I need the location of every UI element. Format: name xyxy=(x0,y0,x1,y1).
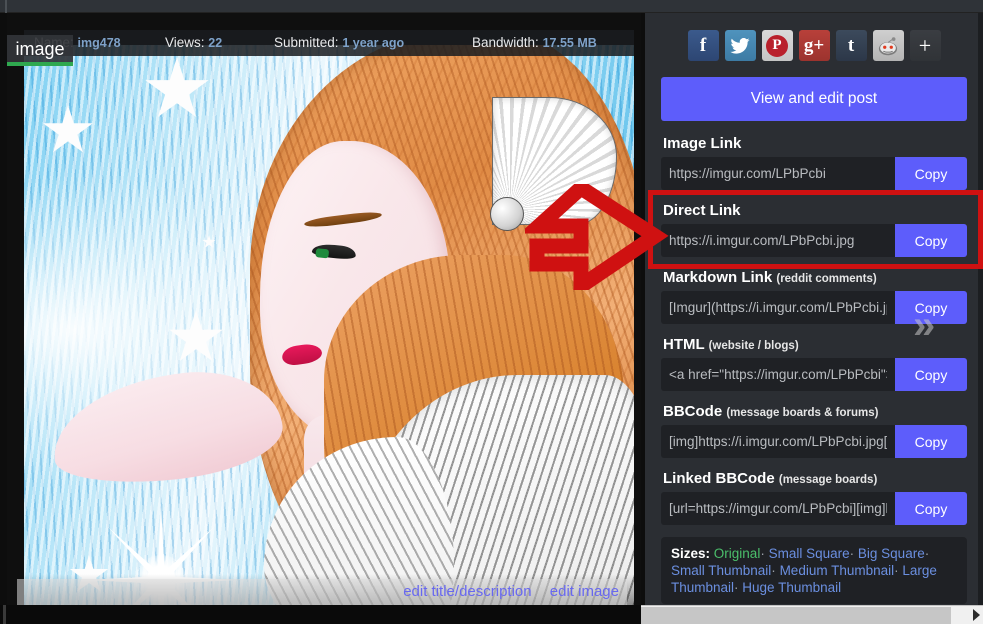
direct-link-label: Direct Link xyxy=(663,202,967,219)
more-share-icon[interactable]: + xyxy=(909,30,941,61)
html-link-input[interactable] xyxy=(661,358,895,391)
html-link-label-text: HTML xyxy=(663,336,705,353)
tab-image[interactable]: image xyxy=(7,35,73,66)
edit-image-link[interactable]: edit image xyxy=(550,583,619,600)
scroll-right-arrow-icon[interactable] xyxy=(973,609,980,621)
reddit-alien-glyph xyxy=(878,36,898,55)
sizes-separator: · xyxy=(771,563,776,578)
share-sidebar: f P g+ t + View and edit post Image Link… xyxy=(645,13,983,605)
linked-bbcode-copy-button[interactable]: Copy xyxy=(895,492,967,525)
image-link-copy-button[interactable]: Copy xyxy=(895,157,967,190)
pinterest-glyph: P xyxy=(766,34,788,57)
bbcode-label-text: BBCode xyxy=(663,403,723,420)
reddit-share-icon[interactable] xyxy=(872,30,904,61)
html-link-label-sub: (website / blogs) xyxy=(708,340,799,352)
googleplus-glyph: g+ xyxy=(803,34,825,56)
image-edit-bar: edit title/description edit image xyxy=(17,579,627,605)
edit-title-description-link[interactable]: edit title/description xyxy=(403,583,531,600)
image-info-bar: Name: img478 Views: 22 Submitted: 1 year… xyxy=(24,30,634,56)
size-option-huge-thumbnail[interactable]: Huge Thumbnail xyxy=(742,580,841,595)
image-link-row: Copy xyxy=(661,157,967,190)
markdown-link-label-text: Markdown Link xyxy=(663,269,773,286)
page-root: Name: img478 Views: 22 Submitted: 1 year… xyxy=(0,0,983,624)
html-link-row: Copy xyxy=(661,358,967,391)
markdown-link-input[interactable] xyxy=(661,291,895,324)
sizes-box: Sizes: Original· Small Square· Big Squar… xyxy=(661,537,967,604)
linked-bbcode-input[interactable] xyxy=(661,492,895,525)
facebook-glyph: f xyxy=(699,34,707,56)
sizes-label: Sizes: xyxy=(671,546,711,561)
bottom-left-edge xyxy=(3,605,6,624)
browser-strip-tick xyxy=(5,0,7,13)
bbcode-label: BBCode (message boards & forums) xyxy=(663,403,967,420)
bbcode-copy-button[interactable]: Copy xyxy=(895,425,967,458)
direct-link-row: Copy xyxy=(661,224,967,257)
sizes-separator: · xyxy=(849,546,855,561)
info-bandwidth: Bandwidth: 17.55 MB xyxy=(472,35,597,50)
bbcode-input[interactable] xyxy=(661,425,895,458)
view-and-edit-post-button[interactable]: View and edit post xyxy=(661,77,967,121)
image-pane: Name: img478 Views: 22 Submitted: 1 year… xyxy=(7,13,641,605)
image-link-label-text: Image Link xyxy=(663,135,742,152)
sizes-separator: · xyxy=(894,563,899,578)
markdown-link-copy-button[interactable]: Copy xyxy=(895,291,967,324)
html-link-copy-button[interactable]: Copy xyxy=(895,358,967,391)
tumblr-glyph: t xyxy=(847,34,855,56)
browser-top-strip xyxy=(0,0,983,13)
twitter-share-icon[interactable] xyxy=(724,30,756,61)
image-link-label: Image Link xyxy=(663,135,967,152)
bottom-left-filler xyxy=(0,605,641,624)
markdown-link-label-sub: (reddit comments) xyxy=(776,273,877,285)
sizes-separator: · xyxy=(924,546,930,561)
twitter-bird-glyph xyxy=(730,37,750,54)
plus-glyph: + xyxy=(918,32,932,58)
horizontal-scrollbar[interactable] xyxy=(641,605,983,624)
info-views: Views: 22 xyxy=(165,35,223,50)
linked-bbcode-label-sub: (message boards) xyxy=(778,474,878,486)
size-option-medium-thumbnail[interactable]: Medium Thumbnail xyxy=(780,563,895,578)
tumblr-share-icon[interactable]: t xyxy=(835,30,867,61)
direct-link-label-text: Direct Link xyxy=(663,202,741,219)
pinterest-share-icon[interactable]: P xyxy=(761,30,793,61)
direct-link-input[interactable] xyxy=(661,224,895,257)
facebook-share-icon[interactable]: f xyxy=(687,30,719,61)
info-submitted: Submitted: 1 year ago xyxy=(274,35,405,50)
linked-bbcode-label-text: Linked BBCode xyxy=(663,470,775,487)
horizontal-scrollbar-thumb[interactable] xyxy=(641,607,951,624)
sizes-separator: · xyxy=(760,546,765,561)
googleplus-share-icon[interactable]: g+ xyxy=(798,30,830,61)
bbcode-label-sub: (message boards & forums) xyxy=(726,407,879,419)
direct-link-copy-button[interactable]: Copy xyxy=(895,224,967,257)
artwork-container[interactable] xyxy=(24,45,634,605)
browser-bottom-strip xyxy=(0,605,983,624)
image-link-input[interactable] xyxy=(661,157,895,190)
size-option-big-square[interactable]: Big Square xyxy=(858,546,925,561)
sizes-separator: · xyxy=(734,580,739,595)
tab-image-label: image xyxy=(15,39,65,59)
artwork-tiara-pearl xyxy=(490,197,524,231)
social-share-row: f P g+ t + xyxy=(661,30,967,61)
bbcode-row: Copy xyxy=(661,425,967,458)
markdown-link-label: Markdown Link (reddit comments) xyxy=(663,269,967,286)
size-option-small-square[interactable]: Small Square xyxy=(769,546,850,561)
linked-bbcode-label: Linked BBCode (message boards) xyxy=(663,470,967,487)
html-link-label: HTML (website / blogs) xyxy=(663,336,967,353)
size-option-original[interactable]: Original xyxy=(714,546,761,561)
linked-bbcode-row: Copy xyxy=(661,492,967,525)
size-option-small-thumbnail[interactable]: Small Thumbnail xyxy=(671,563,771,578)
markdown-link-row: Copy xyxy=(661,291,967,324)
sidebar-scroll-edge[interactable] xyxy=(978,13,983,605)
